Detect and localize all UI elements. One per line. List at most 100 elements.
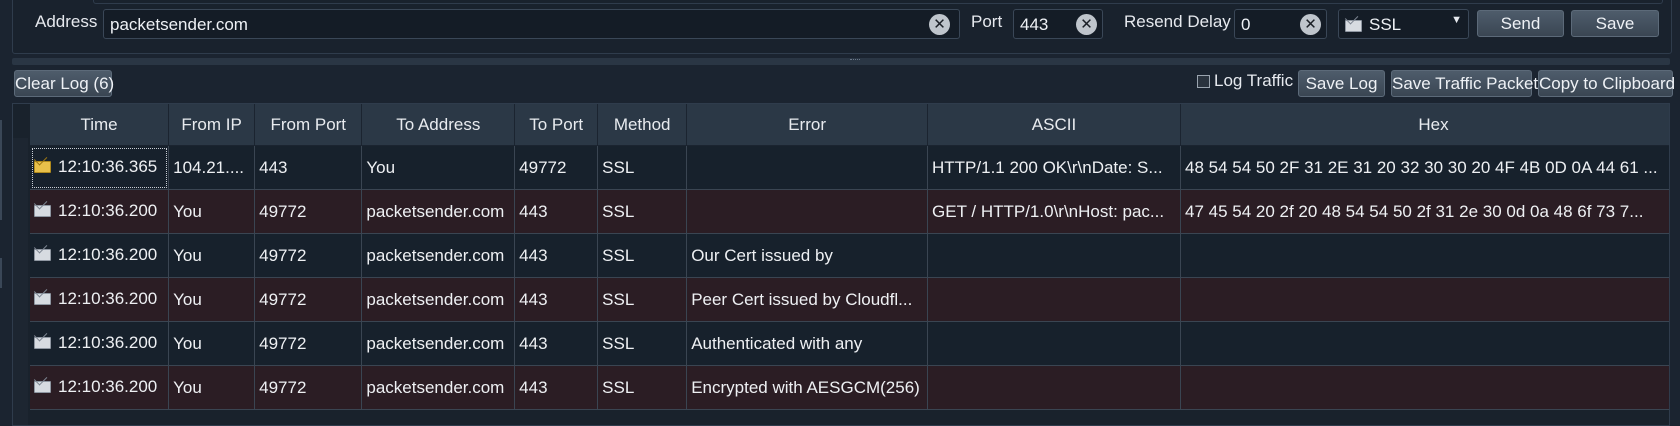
cell-to-port[interactable]: 49772 xyxy=(514,145,599,190)
column-header-to-port[interactable]: To Port xyxy=(514,104,599,146)
cell-time[interactable]: 12:10:36.200 xyxy=(30,233,170,278)
cell-hex[interactable] xyxy=(1180,321,1669,366)
column-header-method[interactable]: Method xyxy=(597,104,688,146)
save-traffic-packet-button[interactable]: Save Traffic Packet xyxy=(1391,70,1538,97)
log-traffic-label: Log Traffic xyxy=(1214,71,1294,90)
column-header-ascii[interactable]: ASCII xyxy=(927,104,1181,146)
column-header-error[interactable]: Error xyxy=(686,104,929,146)
sent-mail-icon xyxy=(34,202,51,222)
log-traffic-checkbox[interactable] xyxy=(1197,75,1210,88)
cell-from-port[interactable]: 443 xyxy=(254,145,363,190)
protocol-value: SSL xyxy=(1369,15,1402,34)
cell-ascii[interactable] xyxy=(927,233,1181,278)
cell-time[interactable]: 12:10:36.200 xyxy=(30,189,170,234)
cell-from-ip[interactable]: You xyxy=(168,233,256,278)
protocol-select[interactable]: SSL ▼ xyxy=(1338,9,1469,39)
table-row[interactable]: 12:10:36.200 You 49772 packetsender.com … xyxy=(30,277,1669,322)
resend-delay-label: Resend Delay xyxy=(1124,12,1231,31)
column-header-hex-label: Hex xyxy=(1418,114,1449,134)
cell-from-ip[interactable]: You xyxy=(168,189,256,234)
save-button[interactable]: Save xyxy=(1571,10,1659,37)
table-header: Time From IP From Port To Address To Por… xyxy=(30,104,1669,146)
cell-ascii[interactable] xyxy=(927,365,1181,410)
cell-hex[interactable]: 47 45 54 20 2f 20 48 54 54 50 2f 31 2e 3… xyxy=(1180,189,1669,234)
table-row[interactable]: 12:10:36.365 104.21.... 443 You 49772 SS… xyxy=(30,145,1669,190)
clear-address-icon[interactable]: ✕ xyxy=(929,14,950,35)
row-header-strip xyxy=(13,138,28,425)
time-value: 12:10:36.200 xyxy=(58,245,158,265)
cell-to-address[interactable]: packetsender.com xyxy=(361,365,516,410)
cell-ascii[interactable] xyxy=(927,277,1181,322)
cell-method[interactable]: SSL xyxy=(597,233,688,278)
cell-to-port[interactable]: 443 xyxy=(514,277,599,322)
cell-to-address[interactable]: packetsender.com xyxy=(361,321,516,366)
cell-from-port[interactable]: 49772 xyxy=(254,365,363,410)
clear-log-button[interactable]: Clear Log (6) xyxy=(14,70,114,97)
cell-hex[interactable] xyxy=(1180,277,1669,322)
cell-to-address[interactable]: packetsender.com xyxy=(361,233,516,278)
cell-error[interactable]: Authenticated with any xyxy=(686,321,929,366)
table-row[interactable]: 12:10:36.200 You 49772 packetsender.com … xyxy=(30,365,1669,410)
cell-hex[interactable] xyxy=(1180,233,1669,278)
left-edge xyxy=(0,120,2,220)
left-edge xyxy=(0,258,2,288)
column-header-from-ip[interactable]: From IP xyxy=(168,104,256,146)
column-header-from-port[interactable]: From Port xyxy=(254,104,363,146)
cell-method[interactable]: SSL xyxy=(597,277,688,322)
cell-method[interactable]: SSL xyxy=(597,189,688,234)
cell-from-ip[interactable]: 104.21.... xyxy=(168,145,256,190)
cell-method[interactable]: SSL xyxy=(597,365,688,410)
cell-hex[interactable] xyxy=(1180,365,1669,410)
port-field[interactable]: 443 ✕ xyxy=(1013,9,1103,39)
address-field[interactable]: packetsender.com ✕ xyxy=(103,9,960,39)
cell-to-port[interactable]: 443 xyxy=(514,365,599,410)
cell-to-port[interactable]: 443 xyxy=(514,321,599,366)
cell-from-ip[interactable]: You xyxy=(168,365,256,410)
cell-error[interactable] xyxy=(686,189,929,234)
clear-port-icon[interactable]: ✕ xyxy=(1076,14,1097,35)
cell-time[interactable]: 12:10:36.365 xyxy=(30,145,170,190)
cell-from-port[interactable]: 49772 xyxy=(254,233,363,278)
cell-error[interactable]: Peer Cert issued by Cloudfl... xyxy=(686,277,929,322)
cell-from-ip[interactable]: You xyxy=(168,277,256,322)
cell-from-ip[interactable]: You xyxy=(168,321,256,366)
cell-error[interactable]: Encrypted with AESGCM(256) xyxy=(686,365,929,410)
traffic-log-grid: Time From IP From Port To Address To Por… xyxy=(30,104,1669,410)
copy-to-clipboard-button[interactable]: Copy to Clipboard xyxy=(1538,70,1675,97)
cell-from-port[interactable]: 49772 xyxy=(254,321,363,366)
cell-time[interactable]: 12:10:36.200 xyxy=(30,321,170,366)
send-button[interactable]: Send xyxy=(1477,10,1564,37)
cell-error[interactable] xyxy=(686,145,929,190)
sent-mail-icon xyxy=(34,334,51,354)
cell-hex[interactable]: 48 54 54 50 2F 31 2E 31 20 32 30 30 20 4… xyxy=(1180,145,1669,190)
cell-method[interactable]: SSL xyxy=(597,321,688,366)
port-value: 443 xyxy=(1020,15,1049,34)
cell-to-port[interactable]: 443 xyxy=(514,189,599,234)
cell-time[interactable]: 12:10:36.200 xyxy=(30,365,170,410)
cell-ascii[interactable]: GET / HTTP/1.0\r\nHost: pac... xyxy=(927,189,1181,234)
panel-edge xyxy=(93,0,1663,4)
cell-ascii[interactable]: HTTP/1.1 200 OK\r\nDate: S... xyxy=(927,145,1181,190)
resend-delay-field[interactable]: 0 ✕ xyxy=(1234,9,1327,39)
sent-mail-icon xyxy=(34,378,51,398)
column-header-time[interactable]: Time xyxy=(30,104,170,146)
table-row[interactable]: 12:10:36.200 You 49772 packetsender.com … xyxy=(30,321,1669,366)
clear-resend-icon[interactable]: ✕ xyxy=(1300,14,1321,35)
table-row[interactable]: 12:10:36.200 You 49772 packetsender.com … xyxy=(30,233,1669,278)
splitter-handle[interactable] xyxy=(12,58,1670,65)
cell-time[interactable]: 12:10:36.200 xyxy=(30,277,170,322)
cell-to-address[interactable]: packetsender.com xyxy=(361,277,516,322)
port-label: Port xyxy=(971,12,1003,31)
cell-to-address[interactable]: packetsender.com xyxy=(361,189,516,234)
cell-ascii[interactable] xyxy=(927,321,1181,366)
column-header-to-address[interactable]: To Address xyxy=(361,104,516,146)
cell-from-port[interactable]: 49772 xyxy=(254,189,363,234)
cell-from-port[interactable]: 49772 xyxy=(254,277,363,322)
table-row[interactable]: 12:10:36.200 You 49772 packetsender.com … xyxy=(30,189,1669,234)
cell-error[interactable]: Our Cert issued by xyxy=(686,233,929,278)
column-header-hex[interactable]: Hex▲ xyxy=(1180,104,1669,146)
cell-method[interactable]: SSL xyxy=(597,145,688,190)
cell-to-address[interactable]: You xyxy=(361,145,516,190)
save-log-button[interactable]: Save Log xyxy=(1298,70,1385,97)
cell-to-port[interactable]: 443 xyxy=(514,233,599,278)
